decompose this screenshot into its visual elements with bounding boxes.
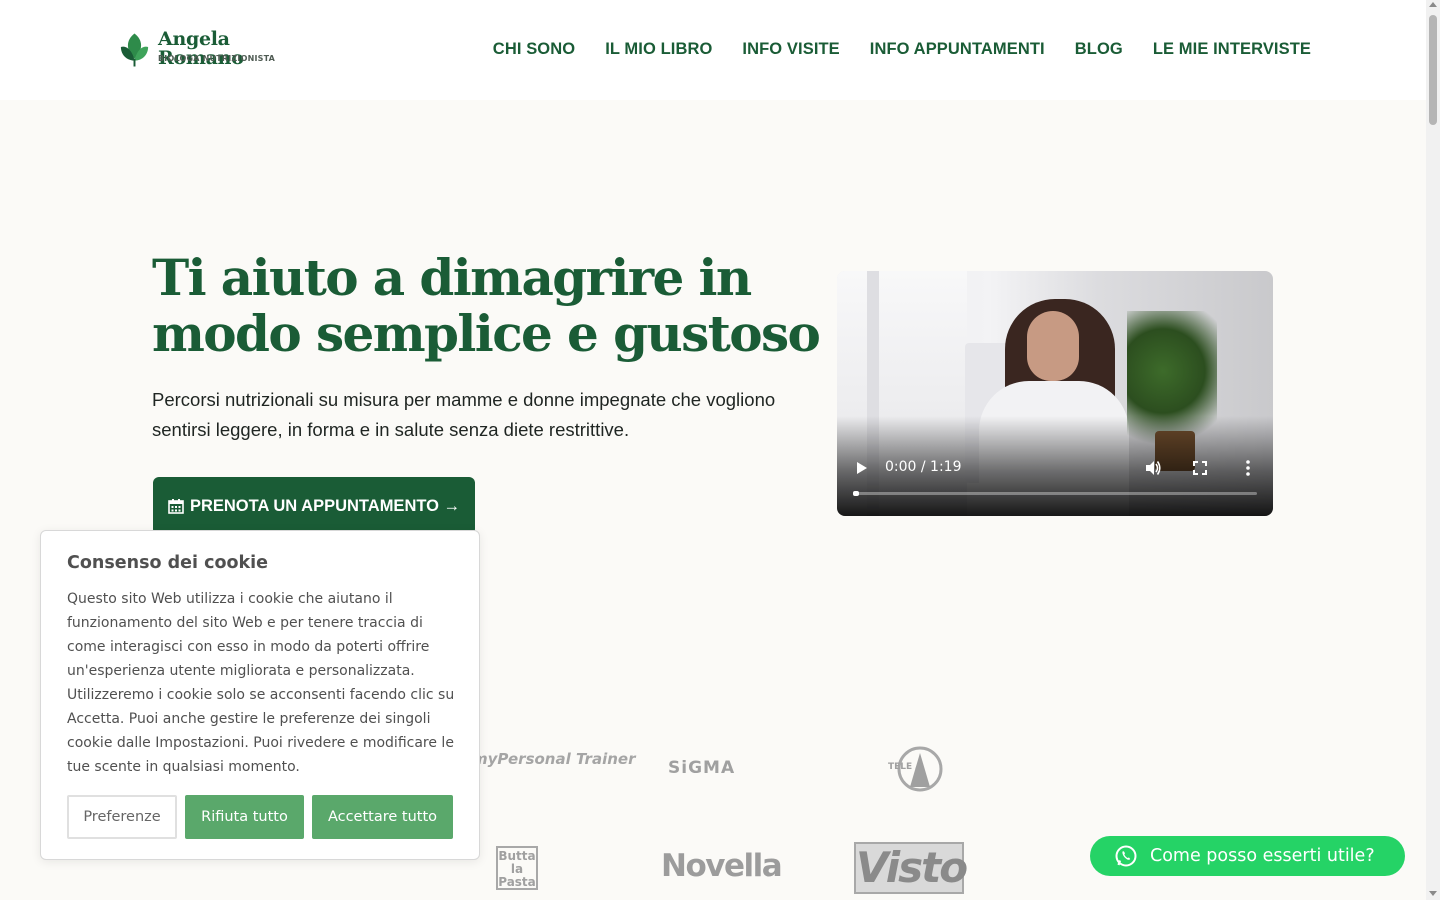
cookie-consent-dialog: Consenso dei cookie Questo sito Web util… (40, 530, 480, 860)
nav-le-mie-interviste[interactable]: LE MIE INTERVISTE (1153, 40, 1311, 59)
page-scrollbar[interactable] (1426, 0, 1440, 900)
hero-title-line-1: Ti aiuto a dimagrire in (152, 248, 752, 307)
volume-icon[interactable] (1144, 459, 1162, 477)
press-logo-sigma: SiGMA (668, 758, 736, 778)
cookie-title: Consenso dei cookie (67, 553, 269, 573)
more-options-icon[interactable] (1245, 460, 1251, 476)
calendar-icon (168, 499, 184, 514)
main-nav: CHI SONO IL MIO LIBRO INFO VISITE INFO A… (493, 40, 1311, 59)
whatsapp-label: Come posso esserti utile? (1150, 846, 1375, 866)
scroll-up-arrow-icon[interactable] (1429, 2, 1437, 7)
press-logo-butta-la-pasta: Butta la Pasta (496, 846, 538, 890)
nav-info-appuntamenti[interactable]: INFO APPUNTAMENTI (870, 40, 1045, 59)
leaf-logo-icon (120, 33, 149, 67)
nav-chi-sono[interactable]: CHI SONO (493, 40, 575, 59)
video-progress-handle[interactable] (853, 491, 859, 496)
video-time: 0:00 / 1:19 (885, 459, 962, 475)
scrollbar-thumb[interactable] (1429, 15, 1437, 125)
nav-blog[interactable]: BLOG (1075, 40, 1123, 59)
cookie-accept-all-button[interactable]: Accettare tutto (312, 795, 453, 839)
logo[interactable]: Angela Romano (117, 28, 317, 70)
press-logo-tele-a: TELE A (888, 746, 943, 792)
hero-subtitle: Percorsi nutrizionali su misura per mamm… (152, 389, 776, 440)
play-icon[interactable] (857, 462, 867, 474)
nav-info-visite[interactable]: INFO VISITE (742, 40, 839, 59)
intro-video[interactable]: 0:00 / 1:19 (837, 271, 1273, 516)
cookie-preferences-button[interactable]: Preferenze (67, 795, 177, 839)
press-logo-tele-a-text: TELE A (888, 762, 922, 772)
cookie-reject-all-button[interactable]: Rifiuta tutto (185, 795, 304, 839)
video-frame-person-face (1027, 311, 1079, 381)
nav-il-mio-libro[interactable]: IL MIO LIBRO (605, 40, 712, 59)
hero-title-line-2: modo semplice e gustoso (152, 304, 821, 363)
hero-title: Ti aiuto a dimagrire in modo semplice e … (152, 250, 832, 362)
press-logo-visto: Visto (854, 842, 968, 894)
video-progress-bar[interactable] (853, 492, 1257, 495)
scroll-down-arrow-icon[interactable] (1429, 891, 1437, 896)
fullscreen-icon[interactable] (1193, 461, 1207, 475)
press-logo-novella: Novella (661, 848, 783, 884)
whatsapp-icon (1115, 845, 1137, 867)
press-logo-mypersonal-trainer: myPersonal Trainer (472, 750, 636, 768)
cookie-body: Questo sito Web utilizza i cookie che ai… (67, 591, 455, 775)
book-appointment-button[interactable]: PRENOTA UN APPUNTAMENTO → (153, 477, 475, 535)
logo-subtitle: BIOLOGA NUTRIZIONISTA (158, 54, 276, 63)
whatsapp-chat-button[interactable]: Come posso esserti utile? (1090, 836, 1405, 876)
book-appointment-label: PRENOTA UN APPUNTAMENTO → (189, 496, 461, 515)
site-header: Angela Romano BIOLOGA NUTRIZIONISTA CHI … (0, 0, 1426, 100)
